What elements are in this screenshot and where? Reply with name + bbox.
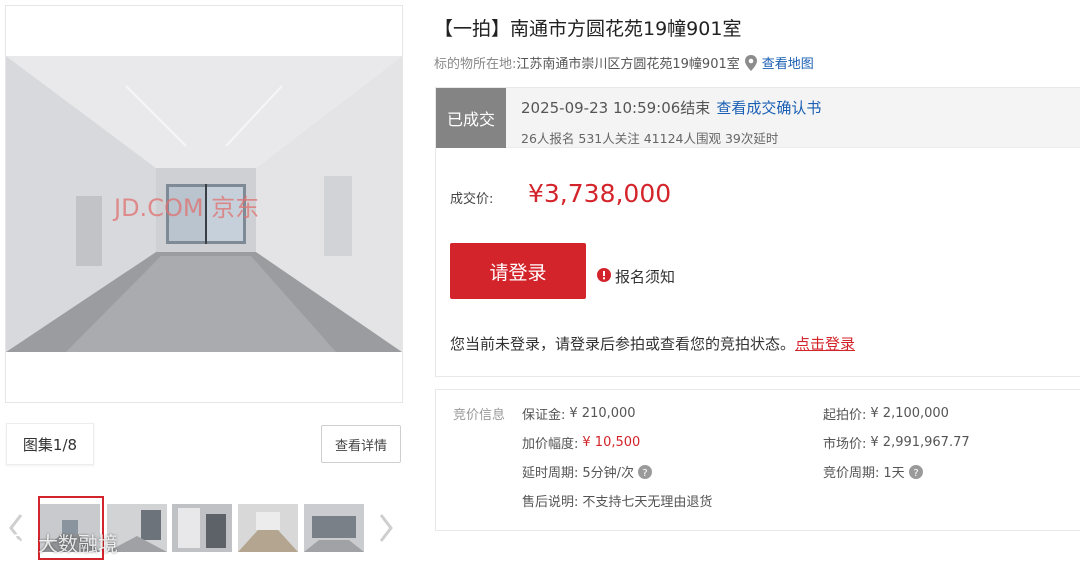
status-badge: 已成交 (436, 88, 506, 148)
auction-status-panel: 已成交 2025-09-23 10:59:06结束 查看成交确认书 26人报名 5… (435, 87, 1080, 377)
deposit-value: ¥ 210,000 (569, 406, 636, 421)
view-confirmation-link[interactable]: 查看成交确认书 (716, 99, 821, 117)
thumbnail-5[interactable] (304, 504, 364, 552)
location-value: 江苏南通市崇川区方圆花苑19幢901室 (516, 57, 740, 72)
delay-label: 延时周期: (522, 466, 579, 481)
start-price-row: 起拍价: ¥ 2,100,000 (823, 404, 949, 423)
page-title: 【一拍】南通市方圆花苑19幢901室 (434, 18, 742, 40)
auction-stats: 26人报名 531人关注 41124人围观 39次延时 (521, 131, 779, 146)
bid-cycle-value: 1天 (883, 466, 905, 481)
notice-label: 报名须知 (615, 268, 676, 286)
login-tip-text: 您当前未登录，请登录后参拍或查看您的竞拍状态。 (450, 335, 796, 353)
view-details-button[interactable]: 查看详情 (321, 425, 401, 463)
final-price-value: ¥3,738,000 (528, 179, 672, 208)
aftersale-label: 售后说明: (522, 495, 579, 510)
increment-label: 加价幅度: (522, 437, 579, 452)
registration-notice[interactable]: 报名须知 (597, 266, 675, 287)
location-label: 标的物所在地: (434, 57, 517, 72)
click-login-link[interactable]: 点击登录 (795, 335, 855, 353)
view-map-link[interactable]: 查看地图 (762, 53, 814, 72)
market-price-label: 市场价: (823, 437, 867, 452)
status-header: 已成交 2025-09-23 10:59:06结束 查看成交确认书 26人报名 5… (436, 88, 1080, 148)
weibo-icon (8, 529, 34, 556)
deposit-row: 保证金: ¥ 210,000 (522, 404, 636, 423)
market-price-row: 市场价: ¥ 2,991,967.77 (823, 433, 970, 452)
delay-value: 5分钟/次 (582, 466, 635, 481)
market-price-value: ¥ 2,991,967.77 (870, 435, 970, 450)
bid-cycle-row: 竞价周期: 1天 ? (823, 462, 923, 481)
watermark-text: 大数融境 (38, 532, 118, 556)
gallery-counter: 图集1/8 (6, 423, 94, 465)
help-icon[interactable]: ? (908, 464, 923, 479)
svg-text:?: ? (913, 468, 918, 479)
aftersale-row: 售后说明: 不支持七天无理由退货 (522, 491, 712, 510)
site-watermark: 大数融境 (8, 528, 118, 557)
bid-cycle-label: 竞价周期: (823, 466, 880, 481)
start-price-value: ¥ 2,100,000 (870, 406, 949, 421)
login-tip: 您当前未登录，请登录后参拍或查看您的竞拍状态。点击登录 (450, 333, 855, 354)
alert-icon (597, 267, 611, 286)
delay-row: 延时周期: 5分钟/次 ? (522, 462, 653, 481)
chevron-right-icon[interactable] (376, 510, 396, 546)
final-price-label: 成交价: (450, 192, 494, 207)
start-price-label: 起拍价: (823, 408, 867, 423)
aftersale-value: 不支持七天无理由退货 (582, 495, 713, 510)
location-pin-icon (744, 54, 758, 71)
main-photo[interactable]: JD.COM 京东 (6, 56, 402, 352)
thumbnail-3[interactable] (172, 504, 232, 552)
bid-info-header: 竞价信息 (453, 408, 506, 423)
main-photo-frame: JD.COM 京东 (5, 5, 403, 403)
thumbnail-4[interactable] (238, 504, 298, 552)
increment-row: 加价幅度: ¥ 10,500 (522, 433, 640, 452)
deposit-label: 保证金: (522, 408, 566, 423)
svg-text:JD.COM 京东: JD.COM 京东 (112, 194, 259, 222)
login-button[interactable]: 请登录 (450, 243, 586, 299)
location-row: 标的物所在地: 江苏南通市崇川区方圆花苑19幢901室 查看地图 (434, 53, 814, 72)
bid-info-panel: 竞价信息 保证金: ¥ 210,000 加价幅度: ¥ 10,500 延时周期:… (435, 389, 1080, 531)
help-icon[interactable]: ? (638, 464, 653, 479)
end-time: 2025-09-23 10:59:06结束 (521, 99, 711, 117)
svg-text:?: ? (642, 468, 647, 479)
end-time-row: 2025-09-23 10:59:06结束 查看成交确认书 (521, 97, 821, 118)
increment-value: ¥ 10,500 (582, 435, 641, 450)
